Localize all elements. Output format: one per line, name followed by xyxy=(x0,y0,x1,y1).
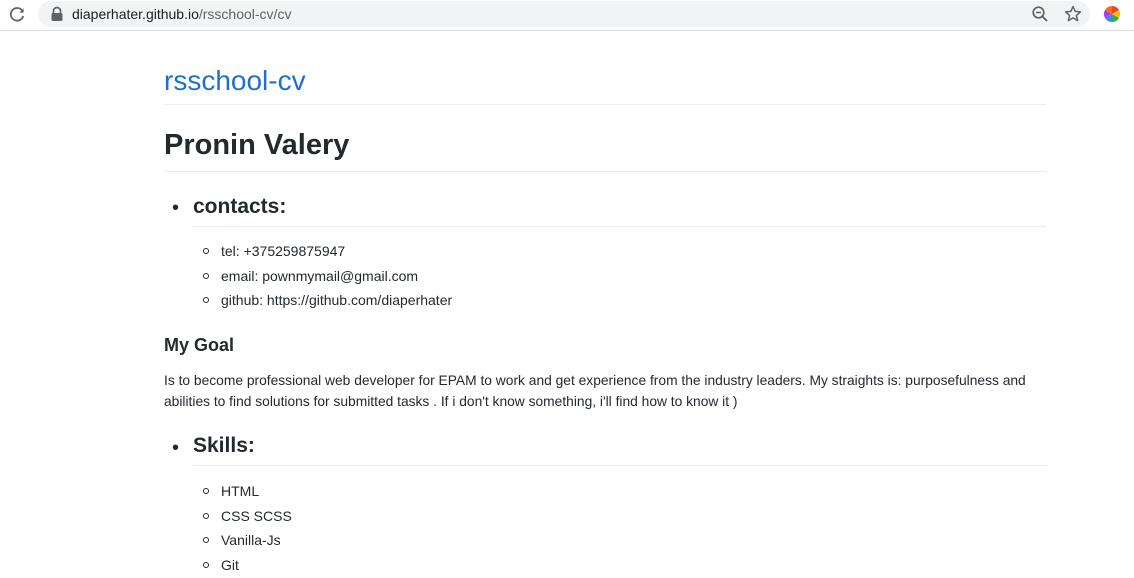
divider xyxy=(164,104,1046,105)
circle-bullet-icon xyxy=(203,297,209,304)
contact-github: github: https://github.com/diaperhater xyxy=(221,292,453,309)
circle-bullet-icon xyxy=(203,537,209,544)
skill-css: CSS SCSS xyxy=(221,507,292,524)
skills-heading: Skills: xyxy=(193,434,255,457)
bullet-icon: • xyxy=(172,437,180,459)
divider xyxy=(164,171,1046,172)
contacts-list: tel: +375259875947 email: pownmymail@gma… xyxy=(203,239,452,313)
skills-list: HTML CSS SCSS Vanilla-Js Git xyxy=(203,479,292,577)
reload-icon[interactable] xyxy=(6,4,28,26)
goal-text: Is to become professional web developer … xyxy=(164,373,1026,409)
circle-bullet-icon xyxy=(203,272,209,279)
circle-bullet-icon xyxy=(203,512,209,519)
page-title: Pronin Valery xyxy=(164,129,350,161)
list-item: HTML xyxy=(203,479,292,504)
zoom-icon[interactable] xyxy=(1030,4,1050,24)
divider xyxy=(193,465,1046,466)
circle-bullet-icon xyxy=(203,248,209,254)
browser-toolbar: diaperhater.github.io/rsschool-cv/cv xyxy=(0,0,1134,31)
list-item: Git xyxy=(203,553,292,578)
circle-bullet-icon xyxy=(203,561,209,568)
address-bar[interactable]: diaperhater.github.io/rsschool-cv/cv xyxy=(38,1,1090,27)
url-path: /rsschool-cv/cv xyxy=(198,6,292,22)
lock-icon[interactable] xyxy=(50,6,64,22)
url-host: diaperhater.github.io xyxy=(72,6,199,22)
list-item: email: pownmymail@gmail.com xyxy=(203,264,452,289)
star-icon[interactable] xyxy=(1063,4,1083,24)
circle-bullet-icon xyxy=(203,488,209,494)
list-item: CSS SCSS xyxy=(203,504,292,529)
skill-html: HTML xyxy=(221,483,260,499)
list-item: Vanilla-Js xyxy=(203,528,292,553)
goal-heading: My Goal xyxy=(164,335,235,355)
bullet-icon: • xyxy=(172,197,180,219)
contact-phone: tel: +375259875947 xyxy=(221,243,346,259)
list-item: github: https://github.com/diaperhater xyxy=(203,288,452,313)
contact-email: email: pownmymail@gmail.com xyxy=(221,267,419,284)
extension-icon[interactable] xyxy=(1103,5,1121,23)
list-item: tel: +375259875947 xyxy=(203,239,452,264)
url-text[interactable]: diaperhater.github.io/rsschool-cv/cv xyxy=(72,5,291,23)
divider xyxy=(193,226,1046,227)
site-title-link[interactable]: rsschool-cv xyxy=(164,62,1046,104)
skill-js: Vanilla-Js xyxy=(221,532,281,549)
skill-git: Git xyxy=(221,556,239,573)
contacts-heading: contacts: xyxy=(193,195,287,218)
